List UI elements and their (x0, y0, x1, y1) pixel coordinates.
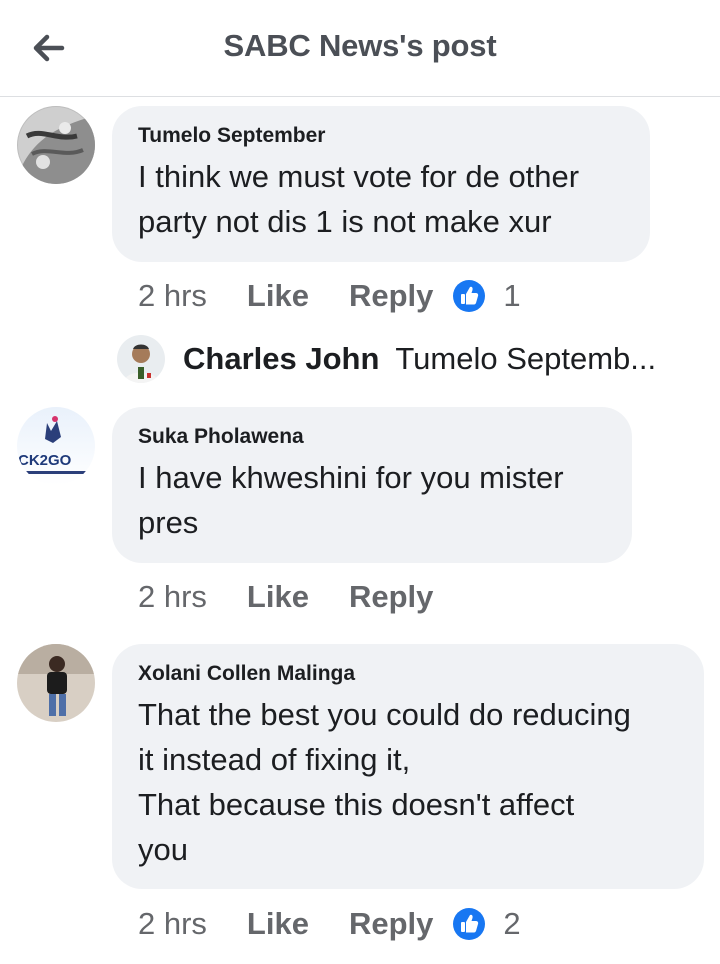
comment-author[interactable]: Tumelo September (138, 124, 624, 148)
post-header: SABC News's post (0, 0, 720, 97)
avatar-image: CK2GO (17, 407, 95, 485)
reply-text-preview: Tumelo Septemb... (395, 341, 657, 376)
like-button[interactable]: Like (247, 906, 309, 942)
comment-text: I think we must vote for de other party … (138, 159, 580, 239)
reaction-summary[interactable]: 2 (453, 906, 521, 942)
comment-author[interactable]: Suka Pholawena (138, 425, 606, 449)
reply-button[interactable]: Reply (349, 278, 433, 314)
reaction-count: 1 (503, 278, 521, 313)
comment-actions: 2 hrs Like Reply 1 (138, 276, 521, 316)
avatar-image (17, 106, 95, 184)
reply-preview-row[interactable]: Charles John Tumelo Septemb... (117, 333, 656, 385)
avatar-logo-text: CK2GO (18, 452, 72, 469)
like-reaction-icon (453, 280, 486, 312)
reply-author[interactable]: Charles John (183, 341, 379, 377)
like-reaction-icon (453, 908, 486, 940)
comment-bubble[interactable]: Tumelo September I think we must vote fo… (112, 106, 650, 262)
avatar-image (17, 644, 95, 722)
reaction-summary[interactable]: 1 (453, 278, 521, 314)
reply-button[interactable]: Reply (349, 579, 433, 615)
avatar[interactable] (17, 644, 95, 722)
comment-timestamp[interactable]: 2 hrs (138, 906, 207, 942)
like-button[interactable]: Like (247, 579, 309, 615)
avatar[interactable]: CK2GO (17, 407, 95, 485)
comment-actions: 2 hrs Like Reply (138, 577, 473, 617)
comment-bubble[interactable]: Suka Pholawena I have khweshini for you … (112, 407, 632, 563)
comment-bubble[interactable]: Xolani Collen Malinga That the best you … (112, 644, 704, 889)
reaction-count: 2 (503, 906, 521, 941)
comment-timestamp[interactable]: 2 hrs (138, 278, 207, 314)
page-title: SABC News's post (223, 28, 497, 63)
reply-avatar (117, 335, 165, 383)
comment-author[interactable]: Xolani Collen Malinga (138, 662, 678, 686)
comment-timestamp[interactable]: 2 hrs (138, 579, 207, 615)
reply-button[interactable]: Reply (349, 906, 433, 942)
comment-actions: 2 hrs Like Reply 2 (138, 904, 521, 944)
like-button[interactable]: Like (247, 278, 309, 314)
comment-text: That the best you could do reducing it i… (138, 697, 631, 867)
comment-text: I have khweshini for you mister pres (138, 460, 564, 540)
reply-avatar-image (117, 335, 165, 383)
avatar[interactable] (17, 106, 95, 184)
